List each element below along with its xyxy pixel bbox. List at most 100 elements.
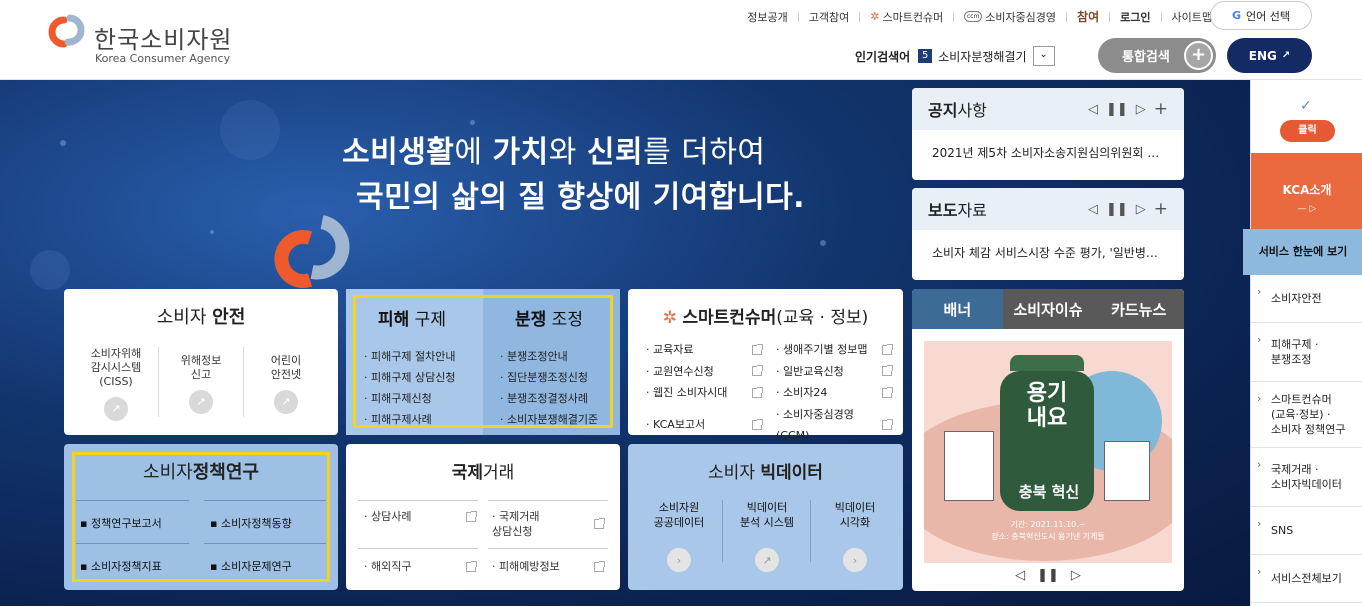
list-item[interactable]: · 웹진 소비자시대 xyxy=(646,382,763,404)
list-item[interactable]: · 피해구제신청 xyxy=(364,388,455,409)
plus-icon[interactable]: + xyxy=(1154,99,1168,119)
plus-icon[interactable]: + xyxy=(1154,199,1168,219)
list-item[interactable]: · 국제거래 상담신청 xyxy=(492,509,605,539)
list-item[interactable]: · 피해구제 상담신청 xyxy=(364,367,455,388)
utility-nav: 정보공개 고객참여 ✲ 스마트컨슈머 ccm 소비자중심경영 참여 로그인 사이트맵 xyxy=(747,8,1212,25)
util-sitemap[interactable]: 사이트맵 xyxy=(1172,9,1212,25)
util-smart-consumer[interactable]: ✲ 스마트컨슈머 xyxy=(870,9,943,25)
list-item[interactable]: · 분쟁조정안내 xyxy=(500,346,598,367)
prev-icon[interactable]: ◁ xyxy=(1088,102,1098,117)
util-participation[interactable]: 참여 xyxy=(1077,8,1099,25)
ciss-link[interactable]: 소비자위해 감시시스템 (CISS) ↗ xyxy=(74,347,159,421)
util-ccm[interactable]: ccm 소비자중심경영 xyxy=(964,9,1056,25)
popular-search: 인기검색어 5 소비자분쟁해결기 ⌄ xyxy=(855,46,1055,66)
list-item[interactable]: · 피해구제사례 xyxy=(364,409,455,430)
smart-consumer-card: ✲ 스마트컨슈머(교육 · 정보) · 교육자료 · 생애주기별 정보맵 · 교… xyxy=(628,289,903,442)
press-item[interactable]: 소비자 체감 서비스시장 수준 평가, '일반병… xyxy=(912,230,1184,275)
external-link-icon xyxy=(882,343,893,355)
visualization-link[interactable]: 빅데이터 시각화 › xyxy=(812,500,898,572)
list-item[interactable]: ▪ 소비자정책동향 xyxy=(210,515,292,531)
list-item[interactable]: · 소비자중심경영(CCM) xyxy=(776,404,893,447)
child-safety-link[interactable]: 어린이 안전넷 ↗ xyxy=(244,347,328,417)
press-panel: 보도자료 ◁ ❚❚ ▷ + 소비자 체감 서비스시장 수준 평가, '일반병… xyxy=(912,188,1184,280)
external-link-icon xyxy=(752,365,763,377)
poster-subtitle: 충북 혁신 xyxy=(1018,483,1080,501)
next-icon[interactable]: ▷ xyxy=(1136,102,1146,117)
notice-panel: 공지사항 ◁ ❚❚ ▷ + 2021년 제5차 소비자소송지원심의위원회 … xyxy=(912,88,1184,180)
integrated-search-button[interactable]: 통합검색 + xyxy=(1098,38,1216,73)
press-title: 보도자료 xyxy=(928,201,987,220)
next-icon[interactable]: ▷ xyxy=(1071,568,1081,583)
list-item[interactable]: · 생애주기별 정보맵 xyxy=(776,339,893,361)
header: 한국소비자원 Korea Consumer Agency 정보공개 고객참여 ✲… xyxy=(0,0,1362,80)
notice-item[interactable]: 2021년 제5차 소비자소송지원심의위원회 … xyxy=(912,130,1184,175)
pause-icon[interactable]: ❚❚ xyxy=(1106,202,1128,217)
util-info-disclosure[interactable]: 정보공개 xyxy=(747,9,787,25)
kca-intro-button[interactable]: KCA소개 — ▷ xyxy=(1251,153,1362,233)
poster-place: 장소: 충북혁신도시 용기낸 가게들 xyxy=(991,532,1105,541)
external-link-icon: ↗ xyxy=(755,548,779,572)
kca-logo-icon xyxy=(48,14,85,48)
list-item[interactable]: · 교원연수신청 xyxy=(646,361,763,383)
tab-card-news[interactable]: 카드뉴스 xyxy=(1093,289,1184,329)
service-overview-button[interactable]: 서비스 한눈에 보기 xyxy=(1243,229,1362,275)
policy-research-card: 소비자정책연구 ▪ 정책연구보고서 ▪ 소비자정책동향 ▪ 소비자정책지표 ▪ … xyxy=(64,444,338,590)
tab-consumer-issue[interactable]: 소비자이슈 xyxy=(1002,289,1094,329)
dispute-mediation-title: 분쟁 조정 xyxy=(515,310,583,330)
logo-korean: 한국소비자원 xyxy=(94,26,233,54)
language-select[interactable]: G 언어 선택 xyxy=(1210,1,1312,30)
google-icon: G xyxy=(1231,9,1242,22)
right-sidebar: ✓ 클릭 KCA소개 — ▷ 서비스 한눈에 보기 소비자안전 피해구제 · 분… xyxy=(1243,80,1362,606)
next-icon[interactable]: ▷ xyxy=(1136,202,1146,217)
big-data-title: 소비자 빅데이터 xyxy=(708,463,823,483)
banner-poster[interactable]: 용기내요 충북 혁신 기간: 2021.11.10.~ 장소: 충북혁신도시 용… xyxy=(924,341,1172,563)
sidebar-item-all-services[interactable]: 서비스전체보기 xyxy=(1251,555,1362,603)
logo-english: Korea Consumer Agency xyxy=(95,52,231,65)
sidebar-menu: 소비자안전 피해구제 · 분쟁조정 스마트컨슈머 (교육·정보) · 소비자 정… xyxy=(1251,275,1362,603)
pause-icon[interactable]: ❚❚ xyxy=(1037,568,1059,583)
external-link-icon xyxy=(594,518,605,529)
list-item[interactable]: · 상담사례 xyxy=(364,509,477,524)
sidebar-item-relief[interactable]: 피해구제 · 분쟁조정 xyxy=(1251,323,1362,382)
list-item[interactable]: · 피해구제 절차안내 xyxy=(364,346,455,367)
hazard-report-link[interactable]: 위해정보 신고 ↗ xyxy=(159,347,244,417)
consumer-safety-card: 소비자 안전 소비자위해 감시시스템 (CISS) ↗ 위해정보 신고 ↗ 어린이 … xyxy=(64,289,338,435)
sidebar-item-safety[interactable]: 소비자안전 xyxy=(1251,275,1362,323)
english-site-button[interactable]: ENG ↗ xyxy=(1227,38,1312,73)
analysis-system-link[interactable]: 빅데이터 분석 시스템 ↗ xyxy=(724,500,810,572)
external-link-icon xyxy=(882,386,893,398)
sidebar-item-international[interactable]: 국제거래 · 소비자빅데이터 xyxy=(1251,448,1362,507)
sidebar-item-smart-consumer[interactable]: 스마트컨슈머 (교육·정보) · 소비자 정책연구 xyxy=(1251,382,1362,448)
public-data-link[interactable]: 소비자원 공공데이터 › xyxy=(636,500,722,572)
prev-icon[interactable]: ◁ xyxy=(1088,202,1098,217)
list-item[interactable]: · KCA보고서 xyxy=(646,404,763,447)
list-item[interactable]: · 분쟁조정결정사례 xyxy=(500,388,598,409)
pause-icon[interactable]: ❚❚ xyxy=(1106,102,1128,117)
sidebar-item-sns[interactable]: SNS xyxy=(1251,507,1362,555)
policy-research-title: 소비자정책연구 xyxy=(143,462,259,483)
list-item[interactable]: ▪ 정책연구보고서 xyxy=(80,515,162,531)
list-item[interactable]: ▪ 소비자정책지표 xyxy=(80,558,162,574)
list-item[interactable]: · 해외직구 xyxy=(364,559,477,574)
click-badge[interactable]: 클릭 xyxy=(1280,120,1335,142)
util-login[interactable]: 로그인 xyxy=(1120,9,1150,25)
external-link-icon xyxy=(466,561,477,572)
list-item[interactable]: ▪ 소비자문제연구 xyxy=(210,558,292,574)
list-item[interactable]: · 교육자료 xyxy=(646,339,763,361)
external-link-icon xyxy=(594,561,605,572)
logo[interactable]: 한국소비자원 Korea Consumer Agency xyxy=(46,10,246,68)
external-link-icon: ↗ xyxy=(104,397,128,421)
damage-relief-list: · 피해구제 절차안내 · 피해구제 상담신청 · 피해구제신청 · 피해구제사… xyxy=(364,346,455,430)
page-root: 한국소비자원 Korea Consumer Agency 정보공개 고객참여 ✲… xyxy=(0,0,1362,606)
list-item[interactable]: · 집단분쟁조정신청 xyxy=(500,367,598,388)
prev-icon[interactable]: ◁ xyxy=(1015,568,1025,583)
list-item[interactable]: · 소비자24 xyxy=(776,382,893,404)
list-item[interactable]: · 일반교육신청 xyxy=(776,361,893,383)
external-link-icon xyxy=(882,365,893,377)
tab-banner[interactable]: 배너 xyxy=(912,289,1003,329)
list-item[interactable]: · 소비자분쟁해결기준 xyxy=(500,409,598,430)
list-item[interactable]: · 피해예방정보 xyxy=(492,559,605,574)
popular-term[interactable]: 소비자분쟁해결기 xyxy=(938,48,1026,65)
chevron-down-icon[interactable]: ⌄ xyxy=(1032,46,1055,66)
util-customer[interactable]: 고객참여 xyxy=(809,9,849,25)
